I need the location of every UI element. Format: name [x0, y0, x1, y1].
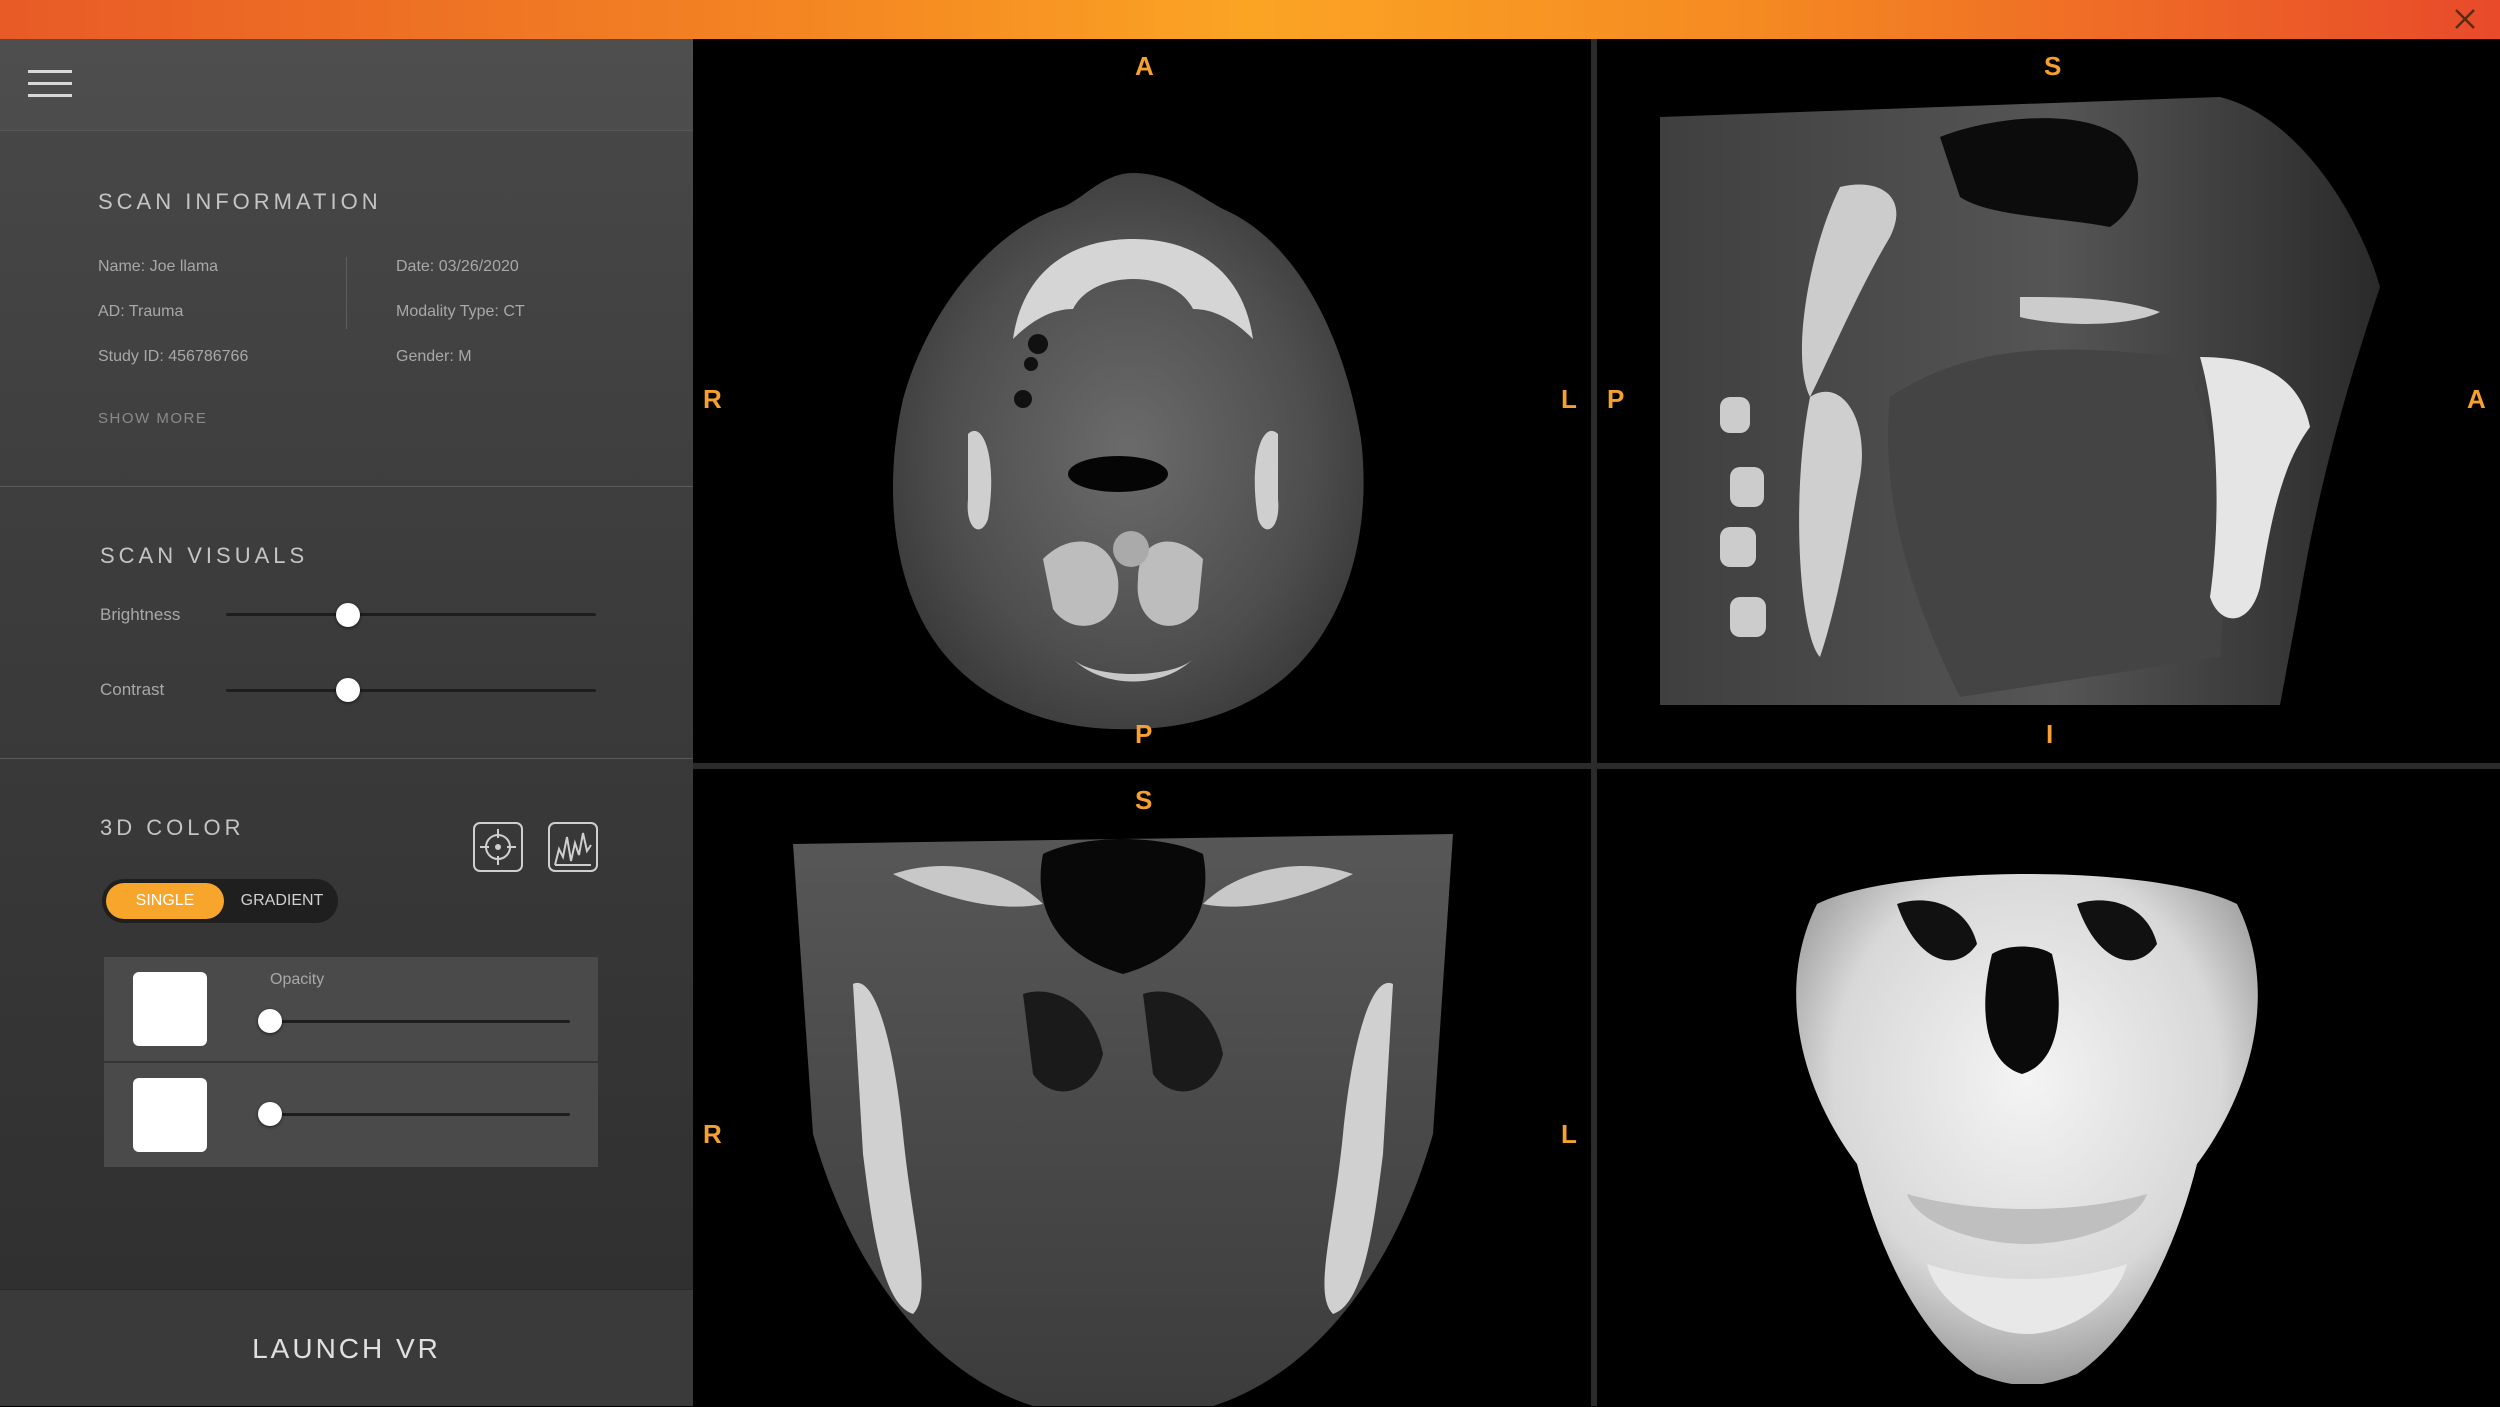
viewport-sagittal[interactable]: S I P A — [1597, 39, 2500, 763]
opacity-slider-thumb-2[interactable] — [258, 1102, 282, 1126]
3d-color-title: 3D COLOR — [100, 815, 245, 840]
color-row-2 — [104, 1063, 598, 1167]
contrast-slider-track[interactable] — [226, 689, 596, 692]
color-swatch-2[interactable] — [133, 1078, 207, 1152]
coronal-label-left: R — [703, 1119, 722, 1149]
opacity-slider-thumb-1[interactable] — [258, 1009, 282, 1033]
sidebar-header — [0, 39, 693, 131]
brightness-label: Brightness — [100, 605, 181, 624]
close-icon[interactable] — [2450, 4, 2480, 34]
color-swatch-1[interactable] — [133, 972, 207, 1046]
viewport-coronal[interactable]: S R L — [693, 769, 1591, 1406]
info-divider — [346, 257, 347, 329]
brightness-slider-thumb[interactable] — [336, 603, 361, 627]
axial-label-left: R — [703, 384, 722, 414]
opacity-label: Opacity — [270, 971, 325, 988]
sagittal-label-bottom: I — [2046, 719, 2054, 749]
color-mode-toggle: SINGLE GRADIENT — [102, 879, 338, 923]
sidebar: SCAN INFORMATION Name: Joe llama AD: Tra… — [0, 39, 693, 1406]
sagittal-label-top: S — [2044, 51, 2062, 81]
brightness-slider-track[interactable] — [226, 613, 596, 616]
viewport-3d-render[interactable] — [1597, 769, 2500, 1406]
section-divider — [0, 758, 693, 759]
opacity-slider-track-2[interactable] — [270, 1113, 570, 1116]
toggle-single-button[interactable]: SINGLE — [106, 883, 224, 919]
hamburger-menu-icon[interactable] — [28, 66, 72, 102]
axial-label-right: L — [1561, 384, 1577, 414]
crosshair-target-icon[interactable] — [472, 821, 524, 873]
viewport-axial[interactable]: A P R L — [693, 39, 1591, 763]
coronal-ct-image — [793, 834, 1453, 1406]
sagittal-label-right: A — [2467, 384, 2486, 414]
opacity-slider-track-1[interactable] — [270, 1020, 570, 1023]
contrast-label: Contrast — [100, 680, 165, 699]
study-id: Study ID: 456786766 — [98, 348, 249, 365]
section-divider — [0, 486, 693, 487]
toggle-gradient-button[interactable]: GRADIENT — [230, 883, 334, 919]
patient-ad: AD: Trauma — [98, 303, 184, 320]
title-bar — [0, 0, 2500, 39]
scan-visuals-title: SCAN VISUALS — [100, 543, 309, 568]
3d-skull-render — [1796, 874, 2258, 1384]
axial-label-top: A — [1135, 51, 1154, 81]
contrast-slider-thumb[interactable] — [336, 678, 361, 702]
histogram-icon[interactable] — [547, 821, 599, 873]
axial-ct-image — [893, 173, 1364, 730]
coronal-label-right: L — [1561, 1119, 1577, 1149]
show-more-link[interactable]: SHOW MORE — [98, 410, 207, 427]
coronal-label-top: S — [1135, 785, 1153, 815]
sagittal-ct-image — [1660, 97, 2380, 705]
color-row-1: Opacity — [104, 957, 598, 1061]
scan-information-title: SCAN INFORMATION — [98, 189, 382, 214]
modality-type: Modality Type: CT — [396, 303, 525, 320]
sagittal-label-left: P — [1607, 384, 1625, 414]
launch-vr-button[interactable]: LAUNCH VR — [0, 1289, 693, 1406]
axial-label-bottom: P — [1135, 719, 1153, 749]
gender: Gender: M — [396, 348, 472, 365]
patient-name: Name: Joe llama — [98, 258, 219, 275]
scan-date: Date: 03/26/2020 — [396, 258, 519, 275]
